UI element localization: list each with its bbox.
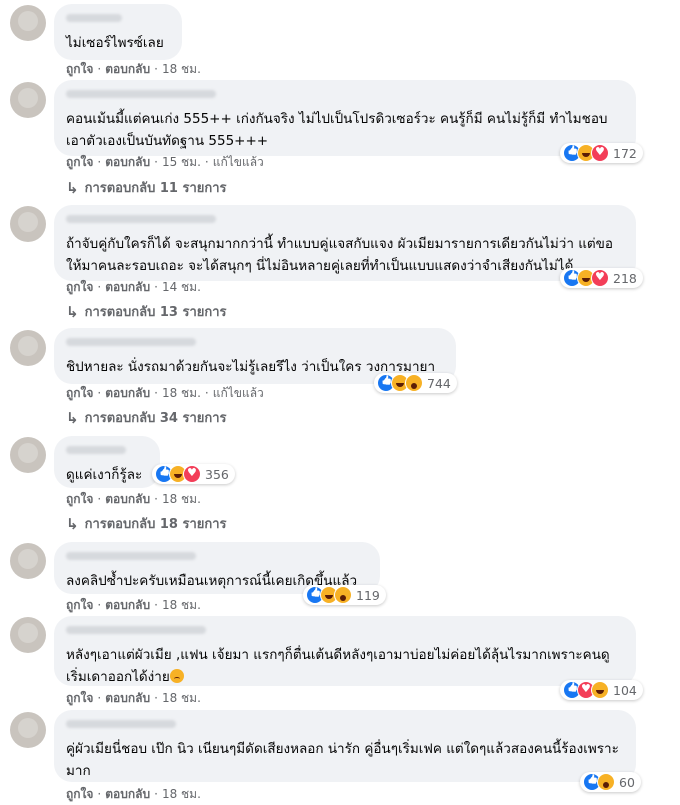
- reaction-count: 60: [619, 774, 635, 790]
- edited-label[interactable]: แก้ไขแล้ว: [213, 155, 264, 169]
- comment-text: คู่ผัวเมียนี่ชอบ เป๊ก นิว เนียนๆมีดัดเสี…: [66, 741, 619, 779]
- comment-bubble: หลังๆเอาแต่ผัวเมีย ,แฟน เจ้ยมา แรกๆก็ตื่…: [54, 616, 636, 686]
- replies-label: การตอบกลับ 18 รายการ: [84, 517, 227, 532]
- view-replies-link[interactable]: ↳ การตอบกลับ 18 รายการ: [66, 513, 227, 534]
- author-name-blurred[interactable]: [66, 720, 176, 728]
- reply-action[interactable]: ตอบกลับ: [105, 62, 150, 76]
- comment-time[interactable]: 18 ชม.: [162, 386, 201, 400]
- reactions-summary[interactable]: 218: [560, 268, 643, 288]
- comment-time[interactable]: 18 ชม.: [162, 598, 201, 612]
- like-action[interactable]: ถูกใจ: [66, 62, 93, 76]
- comment-text: ถ้าจับคู่กับใครก็ได้ จะสนุกมากกว่านี้ ทำ…: [66, 236, 614, 274]
- comment-text-body: หลังๆเอาแต่ผัวเมีย ,แฟน เจ้ยมา แรกๆก็ตื่…: [66, 647, 610, 685]
- author-name-blurred[interactable]: [66, 338, 196, 346]
- reaction-count: 172: [613, 145, 637, 161]
- replies-label: การตอบกลับ 11 รายการ: [84, 181, 227, 196]
- author-name-blurred[interactable]: [66, 552, 196, 560]
- comment-time[interactable]: 15 ชม.: [162, 155, 201, 169]
- avatar[interactable]: [10, 206, 46, 242]
- comment-time[interactable]: 14 ชม.: [162, 280, 201, 294]
- reply-arrow-icon: ↳: [66, 302, 79, 321]
- wow-icon: [597, 773, 615, 791]
- like-action[interactable]: ถูกใจ: [66, 492, 93, 506]
- edited-label[interactable]: แก้ไขแล้ว: [213, 386, 264, 400]
- avatar[interactable]: [10, 5, 46, 41]
- haha-icon: [591, 681, 609, 699]
- view-replies-link[interactable]: ↳ การตอบกลับ 11 รายการ: [66, 177, 227, 198]
- reactions-summary[interactable]: 356: [152, 464, 235, 484]
- reply-arrow-icon: ↳: [66, 178, 79, 197]
- like-action[interactable]: ถูกใจ: [66, 598, 93, 612]
- like-action[interactable]: ถูกใจ: [66, 386, 93, 400]
- view-replies-link[interactable]: ↳ การตอบกลับ 34 รายการ: [66, 407, 227, 428]
- avatar[interactable]: [10, 82, 46, 118]
- comment-actions: ถูกใจ · ตอบกลับ · 15 ชม. · แก้ไขแล้ว: [66, 155, 264, 169]
- avatar[interactable]: [10, 712, 46, 748]
- reply-action[interactable]: ตอบกลับ: [105, 787, 150, 801]
- reactions-summary[interactable]: 104: [560, 680, 643, 700]
- reply-action[interactable]: ตอบกลับ: [105, 386, 150, 400]
- comment-bubble: ดูแค่เงาก็รู้ละ: [54, 436, 160, 488]
- reply-action[interactable]: ตอบกลับ: [105, 691, 150, 705]
- comment-actions: ถูกใจ · ตอบกลับ · 18 ชม. · แก้ไขแล้ว: [66, 386, 264, 400]
- comment-bubble: ไม่เซอร์ไพรซ์เลย: [54, 4, 182, 60]
- comment-bubble: ถ้าจับคู่กับใครก็ได้ จะสนุกมากกว่านี้ ทำ…: [54, 205, 636, 281]
- reply-action[interactable]: ตอบกลับ: [105, 598, 150, 612]
- author-name-blurred[interactable]: [66, 626, 206, 634]
- reaction-count: 218: [613, 270, 637, 286]
- view-replies-link[interactable]: ↳ การตอบกลับ 13 รายการ: [66, 301, 227, 322]
- like-action[interactable]: ถูกใจ: [66, 155, 93, 169]
- comment-actions: ถูกใจ · ตอบกลับ · 18 ชม.: [66, 598, 201, 612]
- sad-face-icon: [169, 669, 184, 683]
- reactions-summary[interactable]: 119: [303, 585, 386, 605]
- avatar[interactable]: [10, 543, 46, 579]
- avatar[interactable]: [10, 330, 46, 366]
- reactions-summary[interactable]: 744: [374, 373, 457, 393]
- author-name-blurred[interactable]: [66, 446, 126, 454]
- author-name-blurred[interactable]: [66, 14, 122, 22]
- comment-bubble: คอนเม้นมี้แต่คนเก่ง 555++ เก่งกันจริง ไม…: [54, 80, 636, 156]
- avatar[interactable]: [10, 617, 46, 653]
- comment-text: คอนเม้นมี้แต่คนเก่ง 555++ เก่งกันจริง ไม…: [66, 111, 608, 149]
- reaction-count: 104: [613, 682, 637, 698]
- reaction-count: 744: [427, 375, 451, 391]
- reply-action[interactable]: ตอบกลับ: [105, 280, 150, 294]
- comment-bubble: คู่ผัวเมียนี่ชอบ เป๊ก นิว เนียนๆมีดัดเสี…: [54, 710, 636, 782]
- wow-icon: [405, 374, 423, 392]
- reaction-count: 119: [356, 587, 380, 603]
- comment-time[interactable]: 18 ชม.: [162, 62, 201, 76]
- comment-time[interactable]: 18 ชม.: [162, 492, 201, 506]
- avatar[interactable]: [10, 437, 46, 473]
- love-icon: [591, 269, 609, 287]
- love-icon: [183, 465, 201, 483]
- wow-icon: [334, 586, 352, 604]
- comment-time[interactable]: 18 ชม.: [162, 787, 201, 801]
- love-icon: [591, 144, 609, 162]
- reply-arrow-icon: ↳: [66, 514, 79, 533]
- reply-action[interactable]: ตอบกลับ: [105, 492, 150, 506]
- reply-action[interactable]: ตอบกลับ: [105, 155, 150, 169]
- author-name-blurred[interactable]: [66, 90, 216, 98]
- comment-actions: ถูกใจ · ตอบกลับ · 18 ชม.: [66, 787, 201, 801]
- comment-text: ไม่เซอร์ไพรซ์เลย: [66, 35, 164, 51]
- comment-time[interactable]: 18 ชม.: [162, 691, 201, 705]
- like-action[interactable]: ถูกใจ: [66, 787, 93, 801]
- comment-text: ดูแค่เงาก็รู้ละ: [66, 467, 143, 483]
- replies-label: การตอบกลับ 13 รายการ: [84, 305, 227, 320]
- comment-actions: ถูกใจ · ตอบกลับ · 18 ชม.: [66, 62, 201, 76]
- reactions-summary[interactable]: 172: [560, 143, 643, 163]
- like-action[interactable]: ถูกใจ: [66, 280, 93, 294]
- comment-text: หลังๆเอาแต่ผัวเมีย ,แฟน เจ้ยมา แรกๆก็ตื่…: [66, 644, 624, 688]
- reactions-summary[interactable]: 60: [580, 772, 641, 792]
- like-action[interactable]: ถูกใจ: [66, 691, 93, 705]
- comment-actions: ถูกใจ · ตอบกลับ · 18 ชม.: [66, 492, 201, 506]
- comment-actions: ถูกใจ · ตอบกลับ · 18 ชม.: [66, 691, 201, 705]
- reaction-count: 356: [205, 466, 229, 482]
- author-name-blurred[interactable]: [66, 215, 216, 223]
- comment-actions: ถูกใจ · ตอบกลับ · 14 ชม.: [66, 280, 201, 294]
- replies-label: การตอบกลับ 34 รายการ: [84, 411, 227, 426]
- reply-arrow-icon: ↳: [66, 408, 79, 427]
